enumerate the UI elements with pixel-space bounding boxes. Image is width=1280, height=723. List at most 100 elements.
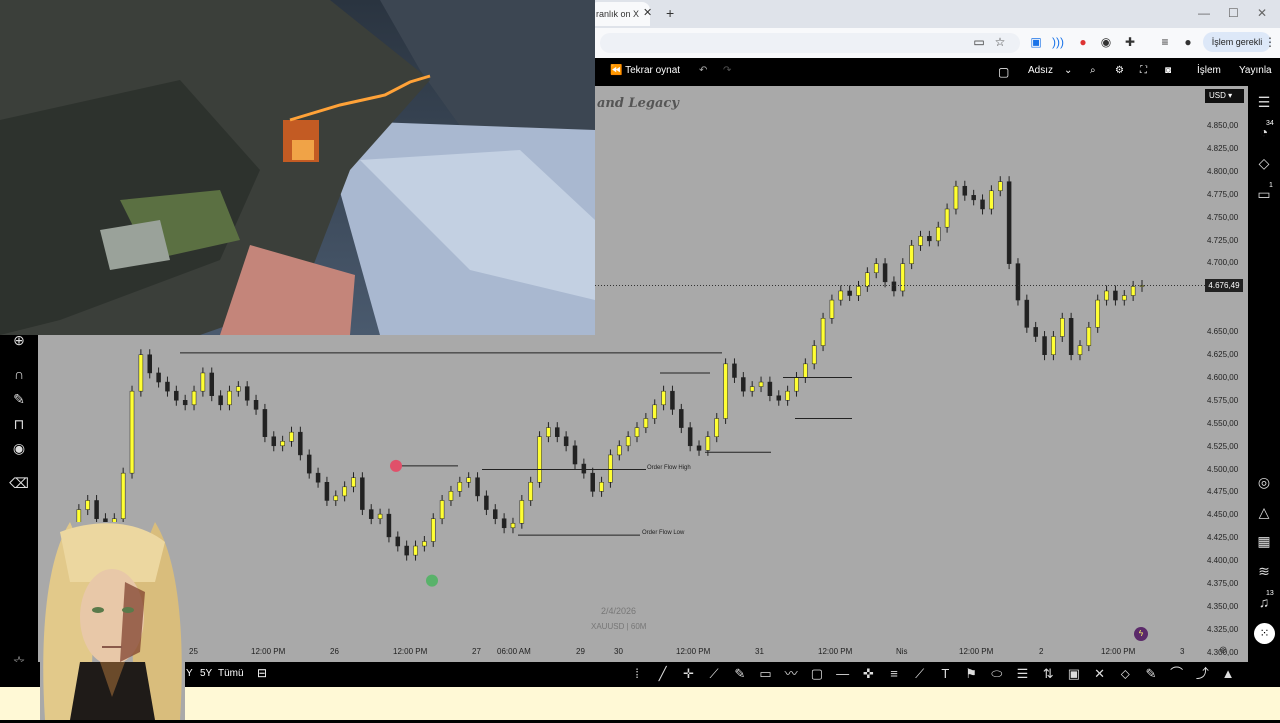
currency-select[interactable]: USD ▾ [1205, 89, 1244, 103]
candle-body [1068, 318, 1074, 355]
pen-icon[interactable]: ✎ [1142, 665, 1160, 683]
price-tick-label: 4.850,00 [1207, 121, 1239, 130]
text-icon[interactable]: T [936, 665, 954, 683]
brush-icon[interactable]: ✎ [731, 665, 749, 683]
candle-body [546, 427, 551, 437]
fullscreen-icon[interactable]: ⛶ [1140, 65, 1147, 76]
candle-body [989, 190, 994, 210]
calendar-icon[interactable]: ▦ [1254, 531, 1274, 551]
candle-body [271, 436, 277, 447]
measure-icon[interactable]: ⇅ [1039, 665, 1057, 683]
candle-body [510, 522, 516, 529]
tab-close-button[interactable]: ✕ [643, 6, 652, 19]
watchlist-icon[interactable]: ☰ [1254, 92, 1274, 112]
wifi-icon[interactable]: ))) [1050, 34, 1066, 50]
go-to-realtime-icon[interactable]: ⊚ [1219, 645, 1227, 656]
eraser-icon[interactable]: ⬦ [1116, 665, 1134, 683]
camera-icon[interactable]: ◙ [1165, 65, 1171, 76]
drag-handle-icon[interactable]: ⁞ [628, 665, 646, 683]
search-icon[interactable]: ⌕ [1090, 65, 1096, 76]
candle-body [687, 427, 693, 447]
lightning-icon[interactable]: ϟ [1134, 627, 1148, 641]
layout-name[interactable]: Adsız [1028, 65, 1053, 76]
pattern-icon[interactable]: ✜ [859, 665, 877, 683]
candle-body [927, 236, 932, 242]
redo-icon[interactable]: ↷ [723, 65, 731, 76]
layout-square-icon[interactable]: ▢ [998, 65, 1009, 79]
up-icon[interactable]: △ [1254, 502, 1274, 522]
lock-icon[interactable]: ⊓ [9, 414, 29, 434]
layers-icon[interactable]: ◇ [1254, 153, 1274, 173]
browser-tab[interactable]: ranlık on X [590, 2, 650, 26]
extension-mask-icon[interactable]: ◉ [1098, 34, 1114, 50]
time-tick-label: 12:00 PM [676, 647, 711, 656]
browser-menu-icon[interactable]: ⋮ [1262, 34, 1278, 50]
trendline-icon[interactable]: ╱ [654, 665, 672, 683]
range-1y-button[interactable]: Y [186, 668, 193, 679]
candle-body [457, 482, 463, 492]
cast-icon[interactable]: ▣ [1028, 34, 1044, 50]
chart-watermark: and Legacy [597, 96, 679, 111]
star-icon[interactable]: ☆ [992, 34, 1008, 50]
candle-body [909, 245, 914, 264]
candle-body [865, 272, 870, 287]
date-range-icon[interactable]: ⊟ [257, 666, 267, 680]
trade-button[interactable]: İşlem [1197, 65, 1221, 76]
media-icon[interactable]: ≡ [1157, 34, 1173, 50]
streamer-avatar [40, 522, 185, 720]
extension-red-icon[interactable]: ● [1075, 34, 1091, 50]
new-tab-button[interactable]: + [666, 5, 674, 21]
xabcd-icon[interactable]: ✕ [1091, 665, 1109, 683]
candle-body [85, 500, 90, 510]
price-tick-label: 4.525,00 [1207, 441, 1239, 451]
price-tick-label: 4.625,00 [1207, 350, 1239, 359]
undo-icon[interactable]: ↶ [699, 65, 707, 76]
settings-icon[interactable]: ⚙ [1115, 65, 1124, 76]
publish-button[interactable]: Yayınla [1239, 65, 1272, 76]
triangle-icon[interactable]: ▲ [1219, 665, 1237, 683]
candle-body [368, 509, 374, 519]
path-icon[interactable]: 〰 [782, 665, 800, 683]
time-tick-label: 12:00 PM [818, 647, 853, 656]
clipboard-icon[interactable]: ▭ [971, 34, 987, 50]
rectangle-icon[interactable]: ▭ [757, 665, 775, 683]
overlay-banner [0, 687, 1280, 720]
minimize-button[interactable]: — [1198, 6, 1210, 20]
price-tick-label: 4.825,00 [1207, 143, 1239, 153]
target-icon[interactable]: ◎ [1254, 472, 1274, 492]
address-bar[interactable] [600, 33, 1020, 53]
profile-icon[interactable]: ● [1180, 34, 1196, 50]
bell-badge: 13 [1266, 590, 1274, 597]
replay-button[interactable]: ⏪ Tekrar oynat [610, 65, 680, 76]
fib-icon[interactable]: ⟋ [705, 665, 723, 683]
ellipse-icon[interactable]: ⬭ [988, 665, 1006, 683]
lines-icon[interactable]: ☰ [1014, 665, 1032, 683]
candle-body [873, 263, 879, 273]
range-all-button[interactable]: Tümü [218, 668, 244, 679]
eye-icon[interactable]: ◉ [9, 438, 29, 458]
price-tick-label: 4.650,00 [1207, 327, 1239, 337]
close-window-button[interactable]: ✕ [1257, 6, 1267, 20]
range-5y-button[interactable]: 5Y [200, 668, 212, 679]
image-icon[interactable]: ▣ [1065, 665, 1083, 683]
puzzle-icon[interactable]: ✚ [1122, 34, 1138, 50]
curve-icon[interactable]: ⌒ [1168, 665, 1186, 683]
pencil-lock-icon[interactable]: ✎ [9, 389, 29, 409]
candle-body [333, 495, 339, 501]
crosshair-icon[interactable]: ✛ [679, 665, 697, 683]
grid-icon[interactable]: ⁙ [1254, 623, 1275, 644]
maximize-button[interactable]: ☐ [1228, 6, 1239, 20]
flag-icon[interactable]: ⚑ [962, 665, 980, 683]
ray-icon[interactable]: ⟋ [911, 665, 929, 683]
arrow-icon[interactable]: ⤴ [1193, 665, 1211, 683]
candle-body [1033, 327, 1038, 337]
magnet-icon[interactable]: ∩ [9, 364, 29, 384]
trash-icon[interactable]: ⌫ [9, 473, 29, 493]
feed-icon[interactable]: ≋ [1254, 561, 1274, 581]
channel-icon[interactable]: ≡ [885, 665, 903, 683]
hline-icon[interactable]: — [834, 665, 852, 683]
note-icon[interactable]: ▢ [808, 665, 826, 683]
action-required-button[interactable]: İşlem gerekli [1203, 32, 1271, 52]
order-flow-low-label: Order Flow Low [642, 530, 685, 536]
chevron-down-icon[interactable]: ⌄ [1064, 65, 1072, 76]
